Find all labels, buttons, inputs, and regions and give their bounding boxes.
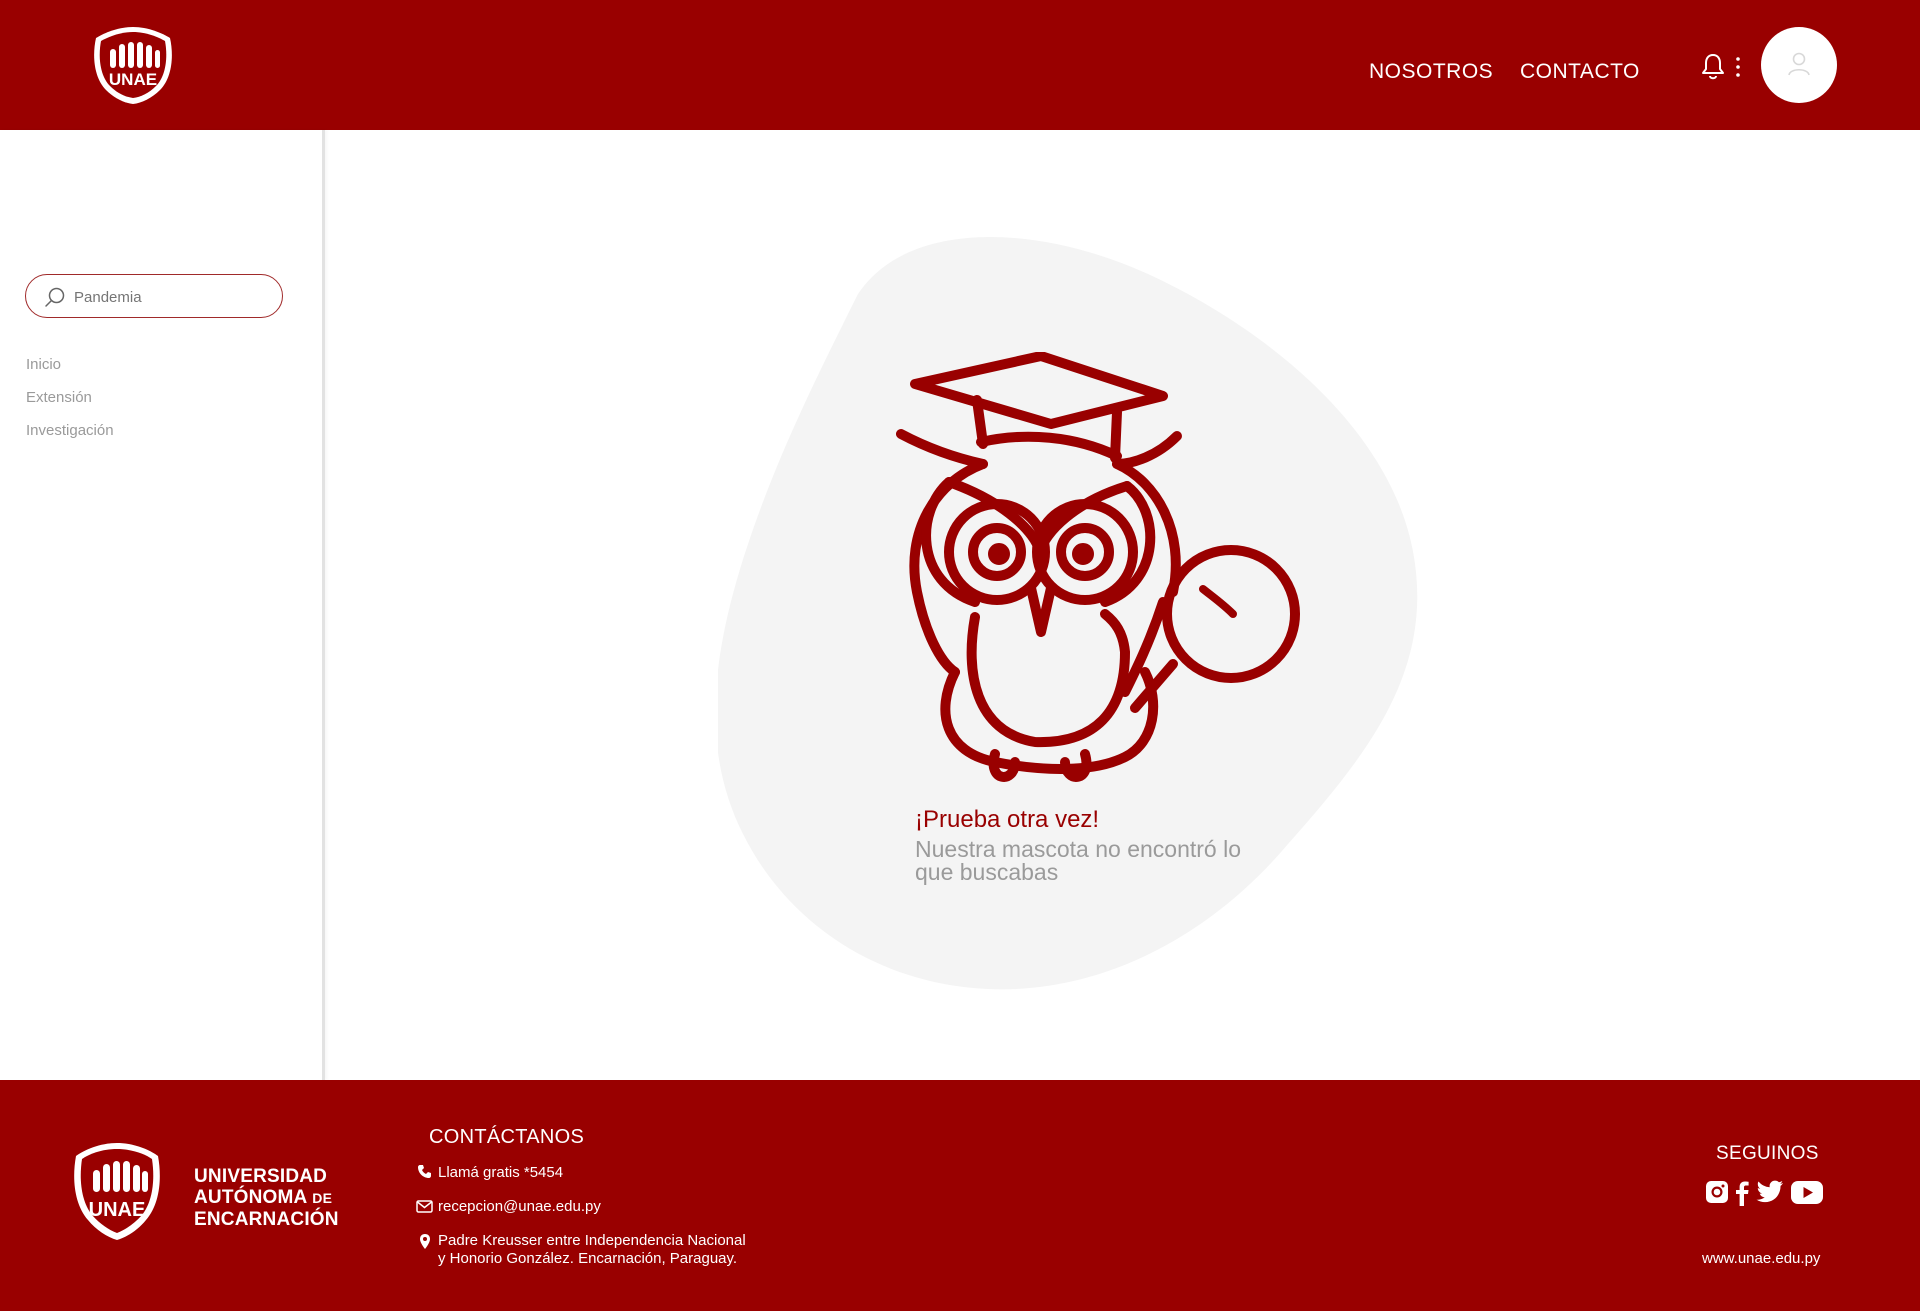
youtube-icon[interactable] (1791, 1181, 1823, 1209)
address-line1: Padre Kreusser entre Independencia Nacio… (438, 1232, 746, 1249)
sidebar-item-extension[interactable]: Extensión (26, 389, 92, 406)
bell-icon[interactable] (1700, 52, 1726, 82)
sidebar-item-investigacion[interactable]: Investigación (26, 422, 114, 439)
email-icon (416, 1200, 433, 1218)
search-icon (45, 287, 65, 307)
sidebar-item-inicio[interactable]: Inicio (26, 356, 61, 373)
instagram-icon[interactable] (1705, 1180, 1729, 1209)
follow-heading: SEGUINOS (1716, 1143, 1819, 1164)
user-avatar[interactable] (1761, 27, 1837, 103)
email-link[interactable]: recepcion@unae.edu.py (438, 1198, 601, 1215)
twitter-icon[interactable] (1756, 1180, 1784, 1209)
footer-logo-text: UNAE (89, 1199, 146, 1221)
search-box[interactable] (25, 274, 283, 318)
university-name-line3: ENCARNACIÓN (194, 1209, 339, 1230)
not-found-subtitle: Nuestra mascota no encontró lo que busca… (915, 836, 1242, 885)
contact-heading: CONTÁCTANOS (429, 1126, 585, 1148)
search-input[interactable] (72, 283, 271, 311)
website-link[interactable]: www.unae.edu.py (1702, 1250, 1820, 1267)
unae-shield-icon: UNAE (74, 1143, 160, 1240)
user-icon (1788, 52, 1810, 76)
header-logo-text: UNAE (109, 70, 157, 89)
nav-contacto[interactable]: CONTACTO (1520, 60, 1640, 84)
university-name-line1: UNIVERSIDAD (194, 1166, 328, 1187)
location-pin-icon (419, 1233, 431, 1255)
university-name-line2: AUTÓNOMA DE (194, 1187, 333, 1208)
phone-text[interactable]: Llamá gratis *5454 (438, 1164, 563, 1181)
owl-mascot-icon (895, 351, 1315, 782)
address-line2: y Honorio González. Encarnación, Paragua… (438, 1250, 738, 1267)
university-name: UNIVERSIDAD AUTÓNOMA DE ENCARNACIÓN (194, 1166, 339, 1230)
sidebar: Inicio Extensión Investigación (0, 130, 325, 1080)
unae-shield-icon: UNAE (94, 27, 172, 104)
kebab-menu-icon[interactable] (1734, 56, 1742, 80)
top-header: UNAE NOSOTROS CONTACTO (0, 0, 1920, 130)
nav-nosotros[interactable]: NOSOTROS (1369, 60, 1493, 84)
footer-logo[interactable]: UNAE (72, 1140, 162, 1245)
phone-icon (417, 1164, 432, 1184)
facebook-icon[interactable] (1735, 1180, 1749, 1211)
not-found-title: ¡Prueba otra vez! (915, 806, 1100, 833)
unae-logo[interactable]: UNAE (90, 24, 176, 106)
footer: UNAE UNIVERSIDAD AUTÓNOMA DE ENCARNACIÓN… (0, 1080, 1920, 1311)
